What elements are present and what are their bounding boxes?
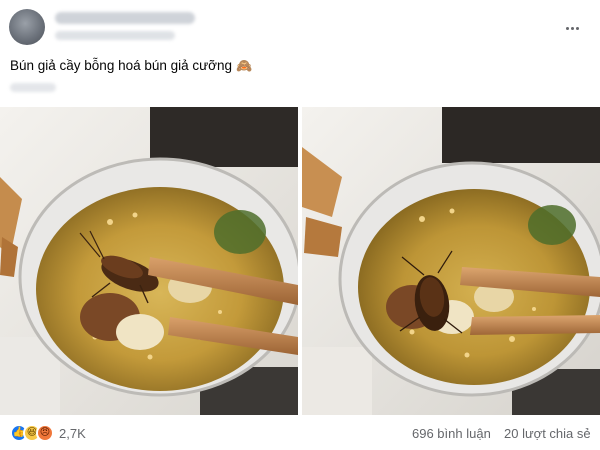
comments-count-link[interactable]: 696 bình luận [412, 426, 491, 441]
post-header [0, 0, 600, 56]
post-meta-blurred [55, 31, 175, 40]
photo-grid [0, 107, 600, 415]
post-caption: Bún giả cầy bỗng hoá bún giả cưỡng 🙈 [10, 57, 252, 75]
photo-left[interactable] [0, 107, 298, 415]
monkey-emoji-icon: 🙈 [236, 58, 253, 73]
translation-link-blurred[interactable] [10, 83, 56, 92]
more-options-icon[interactable] [560, 16, 584, 40]
reactions-summary[interactable]: 👍 😆 😠 2,7K [10, 424, 86, 442]
caption-text: Bún giả cầy bỗng hoá bún giả cưỡng [10, 58, 233, 73]
photo-right[interactable] [302, 107, 600, 415]
facebook-post: Bún giả cầy bỗng hoá bún giả cưỡng 🙈 👍 😆… [0, 0, 600, 450]
reaction-count[interactable]: 2,7K [59, 426, 86, 441]
avatar[interactable] [9, 9, 45, 45]
post-footer: 👍 😆 😠 2,7K 696 bình luận 20 lượt chia sẻ [0, 415, 600, 450]
shares-count-link[interactable]: 20 lượt chia sẻ [504, 426, 591, 441]
author-name-blurred[interactable] [55, 12, 195, 24]
angry-icon: 😠 [36, 424, 54, 442]
